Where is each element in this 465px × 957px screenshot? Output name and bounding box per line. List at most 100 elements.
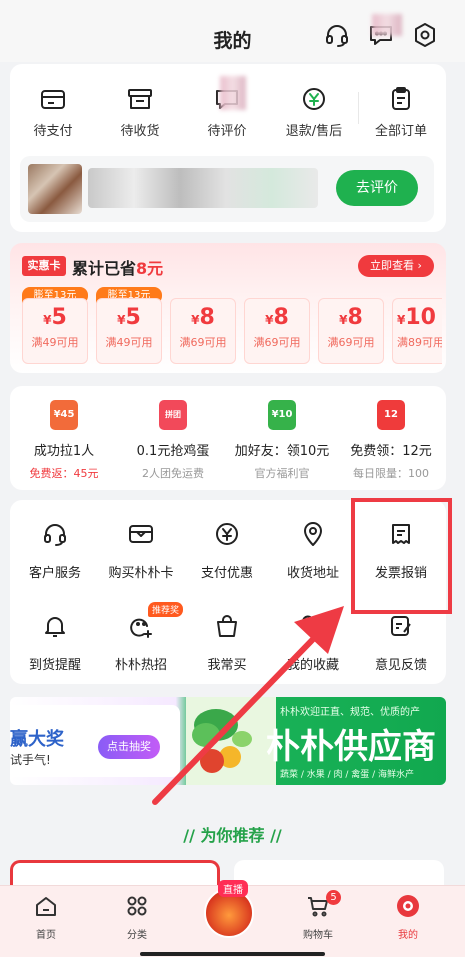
coupon-icon: ¥10 — [268, 400, 296, 430]
activity-free-claim[interactable]: 12 免费领：12元 每日限量：100 — [337, 400, 445, 481]
currency: ¥ — [191, 313, 200, 327]
coupon-amount: 8 — [199, 305, 215, 330]
order-label: 待收货 — [120, 124, 160, 139]
settings-icon[interactable] — [411, 21, 439, 49]
activity-group-buy[interactable]: 拼团 0.1元抢鸡蛋 2人团免运费 — [119, 400, 227, 481]
recommend-tag: 推荐奖 — [148, 602, 184, 617]
service-customer[interactable]: 客户服务 — [12, 520, 98, 581]
coupon-amount: 8 — [273, 305, 289, 330]
coupon-value: ¥5 — [23, 305, 87, 330]
activity-title: 免费领：12元 — [350, 444, 432, 459]
coupon[interactable]: ¥8 满69可用 — [244, 298, 310, 364]
service-label: 到货提醒 — [28, 658, 81, 673]
activity-subtitle: 每日限量：100 — [353, 467, 429, 480]
blurred-product-info — [88, 168, 318, 208]
activity-subtitle: 2人团免运费 — [142, 467, 204, 480]
coupon-amount: 5 — [51, 305, 67, 330]
service-hiring[interactable]: 推荐奖 朴朴热招 — [98, 602, 184, 673]
recommend-title-text: 为你推荐 — [200, 826, 265, 845]
coupon-value: ¥8 — [319, 305, 383, 330]
divider — [358, 92, 359, 124]
coupon[interactable]: ¥8 满69可用 — [318, 298, 384, 364]
service-label: 意见反馈 — [374, 658, 427, 673]
order-all[interactable]: 全部订单 — [361, 84, 441, 139]
order-pending-receipt[interactable]: 待收货 — [100, 84, 180, 139]
service-payment-offers[interactable]: 支付优惠 — [184, 520, 270, 581]
bell-icon — [45, 617, 65, 637]
lottery-panel: 赢大奖 试手气! 点击抽奖 — [10, 705, 180, 777]
tab-profile[interactable]: 我的 — [373, 894, 443, 941]
wallet-icon — [41, 90, 65, 109]
service-frequently-bought[interactable]: 我常买 — [184, 612, 270, 673]
home-icon — [36, 897, 56, 916]
service-arrival-alert[interactable]: 到货提醒 — [12, 612, 98, 673]
pending-review-row[interactable]: 去评价 — [20, 156, 434, 222]
coupon-condition: 满69可用 — [327, 336, 375, 349]
activity-invite[interactable]: ¥45 成功拉1人 免费返：45元 — [10, 400, 118, 481]
tab-label: 购物车 — [303, 930, 333, 941]
blurred-badge — [372, 14, 402, 36]
supplier-title: 朴朴供应商 — [266, 727, 436, 767]
coupon-amount: 5 — [125, 305, 141, 330]
service-feedback[interactable]: 意见反馈 — [358, 612, 444, 673]
lottery-subtitle: 试手气! — [10, 753, 51, 767]
go-review-button[interactable]: 去评价 — [336, 170, 418, 206]
feedback-icon — [391, 616, 411, 636]
tab-label: 分类 — [127, 930, 147, 941]
lottery-button[interactable]: 点击抽奖 — [98, 735, 160, 759]
service-label: 朴朴热招 — [114, 658, 167, 673]
tab-label: 首页 — [36, 930, 56, 941]
value-card-badge: 实惠卡 — [22, 256, 66, 276]
currency: ¥ — [117, 313, 126, 327]
yuan-coin-icon — [216, 523, 238, 545]
coupon-condition: 满49可用 — [105, 336, 153, 349]
coupon-value: ¥10 — [393, 305, 442, 330]
profile-icon — [397, 895, 419, 917]
coupon[interactable]: ¥5 满49可用 — [22, 298, 88, 364]
headset-icon — [44, 524, 66, 546]
coupon-condition: 满69可用 — [253, 336, 301, 349]
coupon-value: ¥8 — [245, 305, 309, 330]
shopping-bag-icon — [217, 615, 237, 637]
supplier-tagline: 朴朴欢迎正直、规范、优质的产 — [280, 707, 420, 718]
headset-icon[interactable] — [323, 21, 351, 49]
gift-icon: 12 — [377, 400, 405, 430]
coupon[interactable]: ¥10 满89可用 — [392, 298, 442, 364]
supplier-categories: 蔬菜 / 水果 / 肉 / 禽蛋 / 海鲜水产 — [280, 770, 415, 780]
savings-title: 累计已省8元 — [72, 255, 163, 279]
order-pending-payment[interactable]: 待支付 — [13, 84, 93, 139]
favorite-icon — [302, 615, 324, 636]
savings-amount: 8元 — [136, 259, 164, 278]
activity-title: 0.1元抢鸡蛋 — [136, 444, 210, 459]
blurred-badge — [220, 76, 246, 110]
activity-title: 成功拉1人 — [33, 444, 95, 459]
refund-icon — [303, 88, 325, 110]
activity-subtitle: 免费返：45元 — [29, 467, 99, 480]
service-label: 客户服务 — [28, 566, 81, 581]
service-label: 我常买 — [207, 658, 247, 673]
service-address[interactable]: 收货地址 — [270, 520, 356, 581]
live-tag: 直播 — [218, 880, 248, 897]
card-icon — [129, 525, 153, 543]
tab-category[interactable]: 分类 — [102, 894, 172, 941]
product-thumbnail — [28, 164, 82, 214]
top-bar: 我的 — [0, 0, 465, 62]
coupon-condition: 满89可用 — [397, 336, 442, 349]
service-buy-card[interactable]: 购买朴朴卡 — [98, 520, 184, 581]
activity-add-friend[interactable]: ¥10 加好友：领10元 官方福利官 — [228, 400, 336, 481]
tab-home[interactable]: 首页 — [11, 894, 81, 941]
order-label: 待支付 — [33, 124, 73, 139]
coupon[interactable]: ¥5 满49可用 — [96, 298, 162, 364]
order-refund[interactable]: 退款/售后 — [274, 84, 354, 139]
promo-banner[interactable]: 赢大奖 试手气! 点击抽奖 朴朴欢迎正直、规范、优质的产 朴朴供应商 蔬菜 / … — [10, 697, 446, 785]
red-envelope-icon: ¥45 — [50, 400, 78, 430]
coupon-condition: 满69可用 — [179, 336, 227, 349]
home-indicator — [140, 952, 325, 956]
service-favorites[interactable]: 我的收藏 — [270, 612, 356, 673]
currency: ¥ — [43, 313, 52, 327]
tab-cart[interactable]: 购物车 — [283, 894, 353, 941]
service-label: 收货地址 — [286, 566, 339, 581]
coupon[interactable]: ¥8 满69可用 — [170, 298, 236, 364]
category-icon — [127, 896, 147, 916]
view-now-button[interactable]: 立即查看 › — [358, 255, 434, 277]
